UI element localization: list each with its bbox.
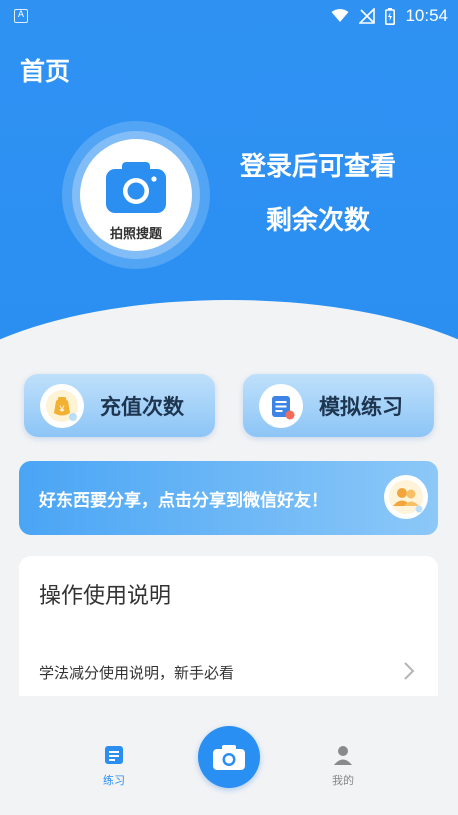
guide-item-text: 学法减分使用说明，新手必看 xyxy=(39,664,235,682)
status-time: 10:54 xyxy=(405,6,448,25)
camera-icon xyxy=(213,745,245,770)
login-hint-line1: 登录后可查看 xyxy=(239,152,396,182)
status-right: 10:54 xyxy=(331,6,448,26)
status-bar: A 10:54 xyxy=(0,0,458,32)
camera-tab-button[interactable] xyxy=(198,726,260,788)
friends-icon xyxy=(384,475,428,519)
signal-off-icon xyxy=(359,8,376,24)
list-icon xyxy=(105,746,123,764)
bottom-tabbar: 练习 我的 xyxy=(0,700,458,815)
tab-practice[interactable]: 练习 xyxy=(84,744,144,788)
camera-icon xyxy=(106,162,166,213)
guide-title: 操作使用说明 xyxy=(39,584,172,609)
mock-practice-label: 模拟练习 xyxy=(319,394,403,419)
hero-curve xyxy=(0,300,458,340)
login-hint: 登录后可查看 剩余次数 xyxy=(228,140,408,248)
photo-search-button[interactable]: 拍照搜题 xyxy=(80,139,192,251)
tab-practice-label: 练习 xyxy=(103,774,125,787)
mock-practice-button[interactable]: 模拟练习 xyxy=(243,374,434,437)
guide-item[interactable]: 学法减分使用说明，新手必看 xyxy=(19,652,438,692)
money-bag-icon: ¥ xyxy=(40,383,84,428)
login-hint-line2: 剩余次数 xyxy=(265,206,370,236)
photo-search-label: 拍照搜题 xyxy=(109,227,162,242)
hero-header: A 10:54 首页 拍照搜题 登录后可查看 剩余次数 xyxy=(0,0,458,340)
recharge-button[interactable]: ¥ 充值次数 xyxy=(24,374,215,437)
wifi-icon xyxy=(331,9,349,22)
person-icon xyxy=(334,746,352,765)
svg-text:¥: ¥ xyxy=(58,404,65,414)
tab-mine-label: 我的 xyxy=(332,774,354,787)
document-icon xyxy=(259,383,303,428)
chevron-right-icon xyxy=(404,662,415,680)
tab-mine[interactable]: 我的 xyxy=(313,744,373,788)
guide-card: 操作使用说明 学法减分使用说明，新手必看 xyxy=(19,556,438,696)
page-title: 首页 xyxy=(20,57,71,86)
share-text: 好东西要分享，点击分享到微信好友！ xyxy=(39,490,328,511)
recharge-label: 充值次数 xyxy=(100,394,184,419)
battery-icon xyxy=(385,7,396,25)
share-banner[interactable]: 好东西要分享，点击分享到微信好友！ xyxy=(19,461,438,535)
notification-icon: A xyxy=(14,9,28,23)
